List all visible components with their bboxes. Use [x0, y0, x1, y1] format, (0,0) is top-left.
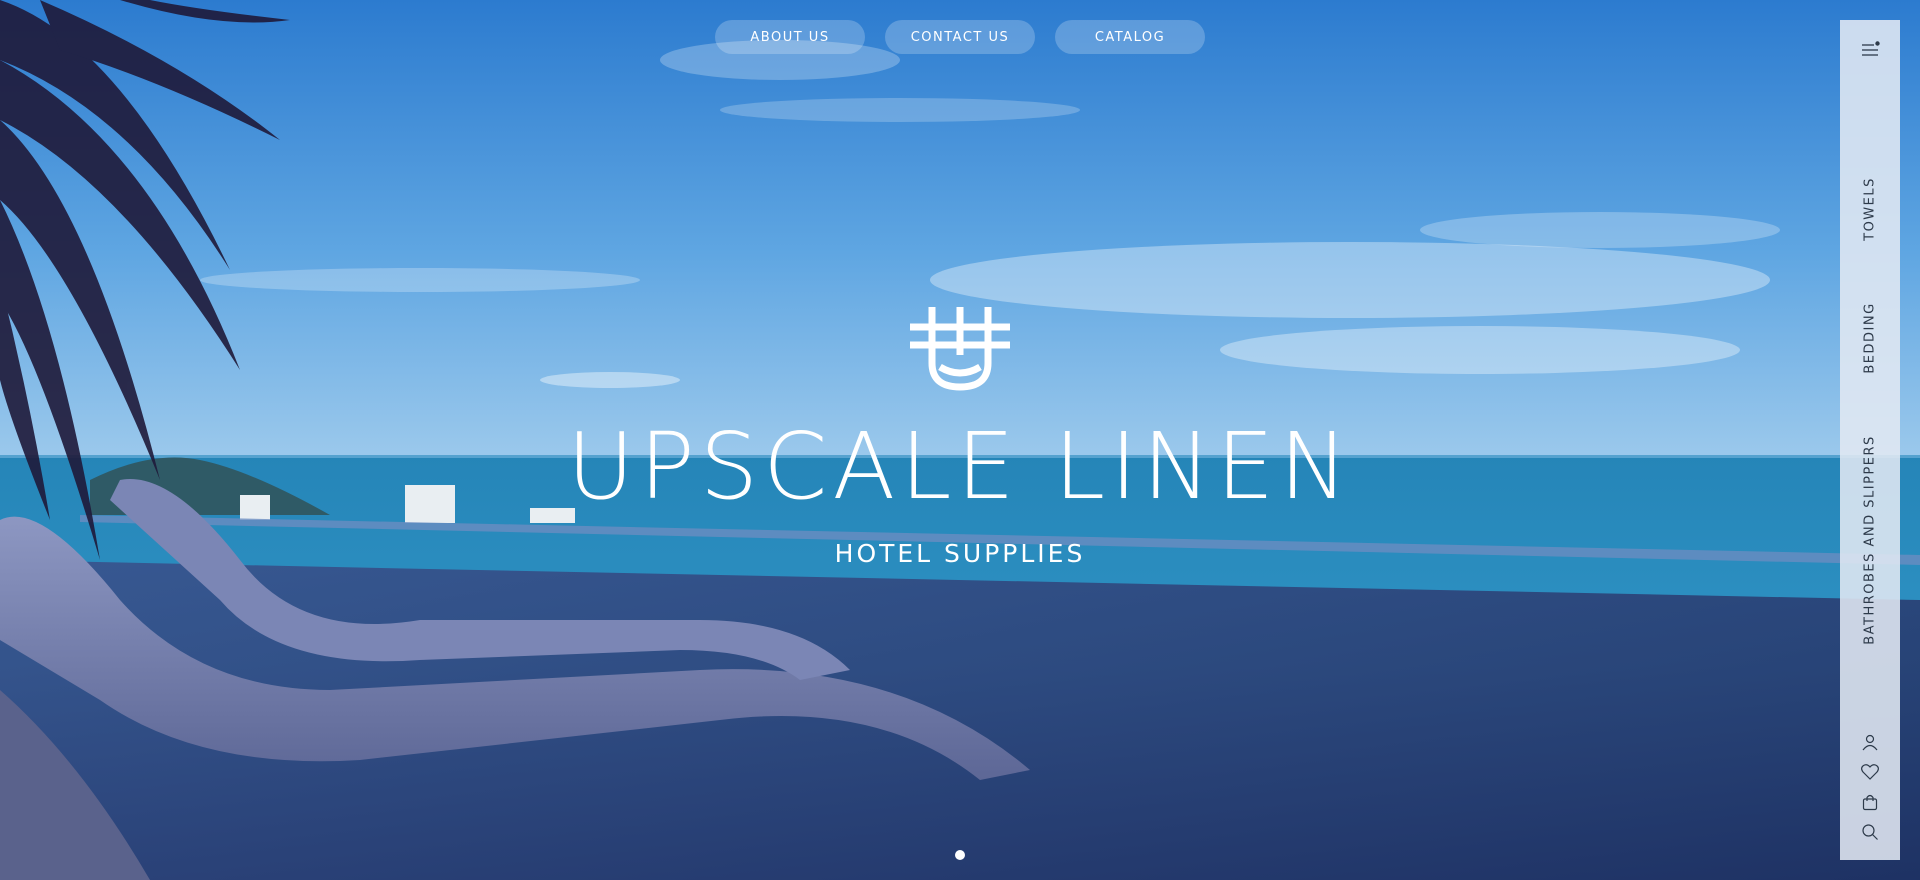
search-icon[interactable] — [1860, 822, 1880, 842]
side-link-bathrobes-and-slippers[interactable]: BATHROBES AND SLIPPERS — [1863, 435, 1878, 645]
brand-title: UPSCALE LINEN — [566, 413, 1354, 520]
heart-icon[interactable] — [1860, 762, 1880, 782]
nav-about-us-button[interactable]: ABOUT US — [715, 20, 865, 54]
side-link-towels[interactable]: TOWELS — [1863, 177, 1878, 241]
nav-contact-us-button[interactable]: CONTACT US — [885, 20, 1035, 54]
menu-icon[interactable] — [1860, 40, 1880, 60]
top-navigation: ABOUT US CONTACT US CATALOG — [715, 20, 1205, 54]
slider-dot-active[interactable] — [955, 850, 965, 860]
brand-subtitle: HOTEL SUPPLIES — [834, 539, 1086, 568]
side-link-bedding[interactable]: BEDDING — [1863, 302, 1878, 373]
hero-section: ABOUT US CONTACT US CATALOG UPSCALE LINE… — [0, 0, 1920, 880]
nav-catalog-button[interactable]: CATALOG — [1055, 20, 1205, 54]
brand-logo-block: UPSCALE LINEN HOTEL SUPPLIES — [0, 305, 1920, 568]
bag-icon[interactable] — [1860, 792, 1880, 812]
side-panel: TOWELS BEDDING BATHROBES AND SLIPPERS — [1840, 20, 1900, 860]
brand-logo-icon — [910, 307, 1010, 391]
user-icon[interactable] — [1860, 732, 1880, 752]
slider-pagination — [955, 850, 965, 860]
